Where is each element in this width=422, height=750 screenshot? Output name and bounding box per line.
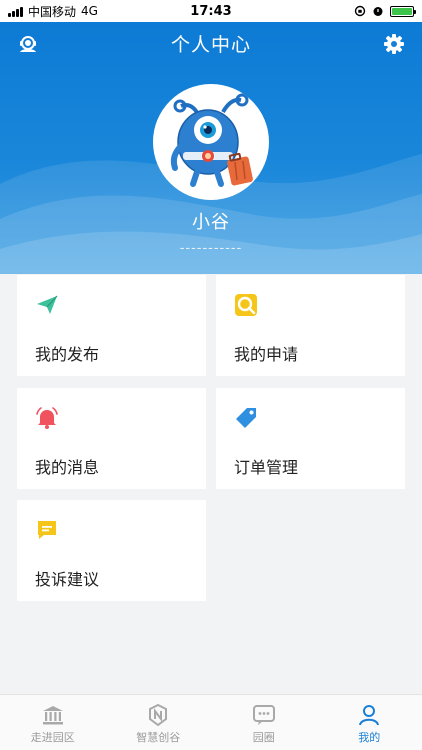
menu-my-applications[interactable]: 我的申请: [216, 275, 405, 376]
tab-enter-park[interactable]: 走进园区: [0, 695, 106, 750]
shield-logo-icon: [149, 703, 168, 727]
gear-icon[interactable]: [383, 33, 405, 55]
person-icon: [359, 705, 380, 726]
orientation-lock-icon: [354, 5, 366, 17]
bell-icon: [36, 407, 58, 429]
tab-label: 园圈: [252, 731, 275, 744]
menu-my-messages[interactable]: 我的消息: [17, 388, 206, 489]
status-time: 17:43: [190, 3, 232, 19]
menu-order-management[interactable]: 订单管理: [216, 388, 405, 489]
tab-label: 智慧创谷: [136, 731, 181, 744]
carrier-label: 中国移动: [28, 4, 77, 19]
tab-circle[interactable]: 园圈: [211, 695, 317, 750]
menu-label: 订单管理: [234, 458, 299, 477]
username: 小谷: [192, 212, 230, 233]
signal-icon: [8, 6, 23, 17]
tab-label: 走进园区: [30, 731, 75, 744]
bank-icon: [42, 706, 63, 725]
menu-my-posts[interactable]: 我的发布: [17, 275, 206, 376]
menu-label: 投诉建议: [35, 570, 100, 589]
chat-dots-icon: [252, 705, 275, 725]
menu-label: 我的申请: [234, 345, 299, 364]
mascot-avatar-image: [170, 93, 253, 187]
search-apply-icon: [235, 294, 257, 316]
bottom-tab-bar: 走进园区 智慧创谷 园圈 我的: [0, 694, 422, 750]
user-subline: -----------: [179, 241, 243, 256]
tab-smart-valley[interactable]: 智慧创谷: [106, 695, 212, 750]
paper-plane-icon: [37, 295, 58, 314]
chat-bubble-icon: [38, 521, 56, 539]
avatar[interactable]: [153, 84, 269, 200]
menu-label: 我的消息: [35, 458, 100, 477]
alarm-icon: [373, 7, 383, 16]
page-title: 个人中心: [170, 34, 251, 56]
battery-icon: [390, 5, 416, 17]
tab-mine[interactable]: 我的: [317, 695, 422, 750]
status-bar: 中国移动 4G 17:43: [0, 0, 422, 22]
tag-icon: [236, 408, 256, 428]
menu-label: 我的发布: [35, 345, 100, 364]
tab-label: 我的: [358, 731, 381, 744]
network-label: 4G: [81, 4, 98, 18]
menu-complaints-suggestions[interactable]: 投诉建议: [17, 500, 206, 601]
